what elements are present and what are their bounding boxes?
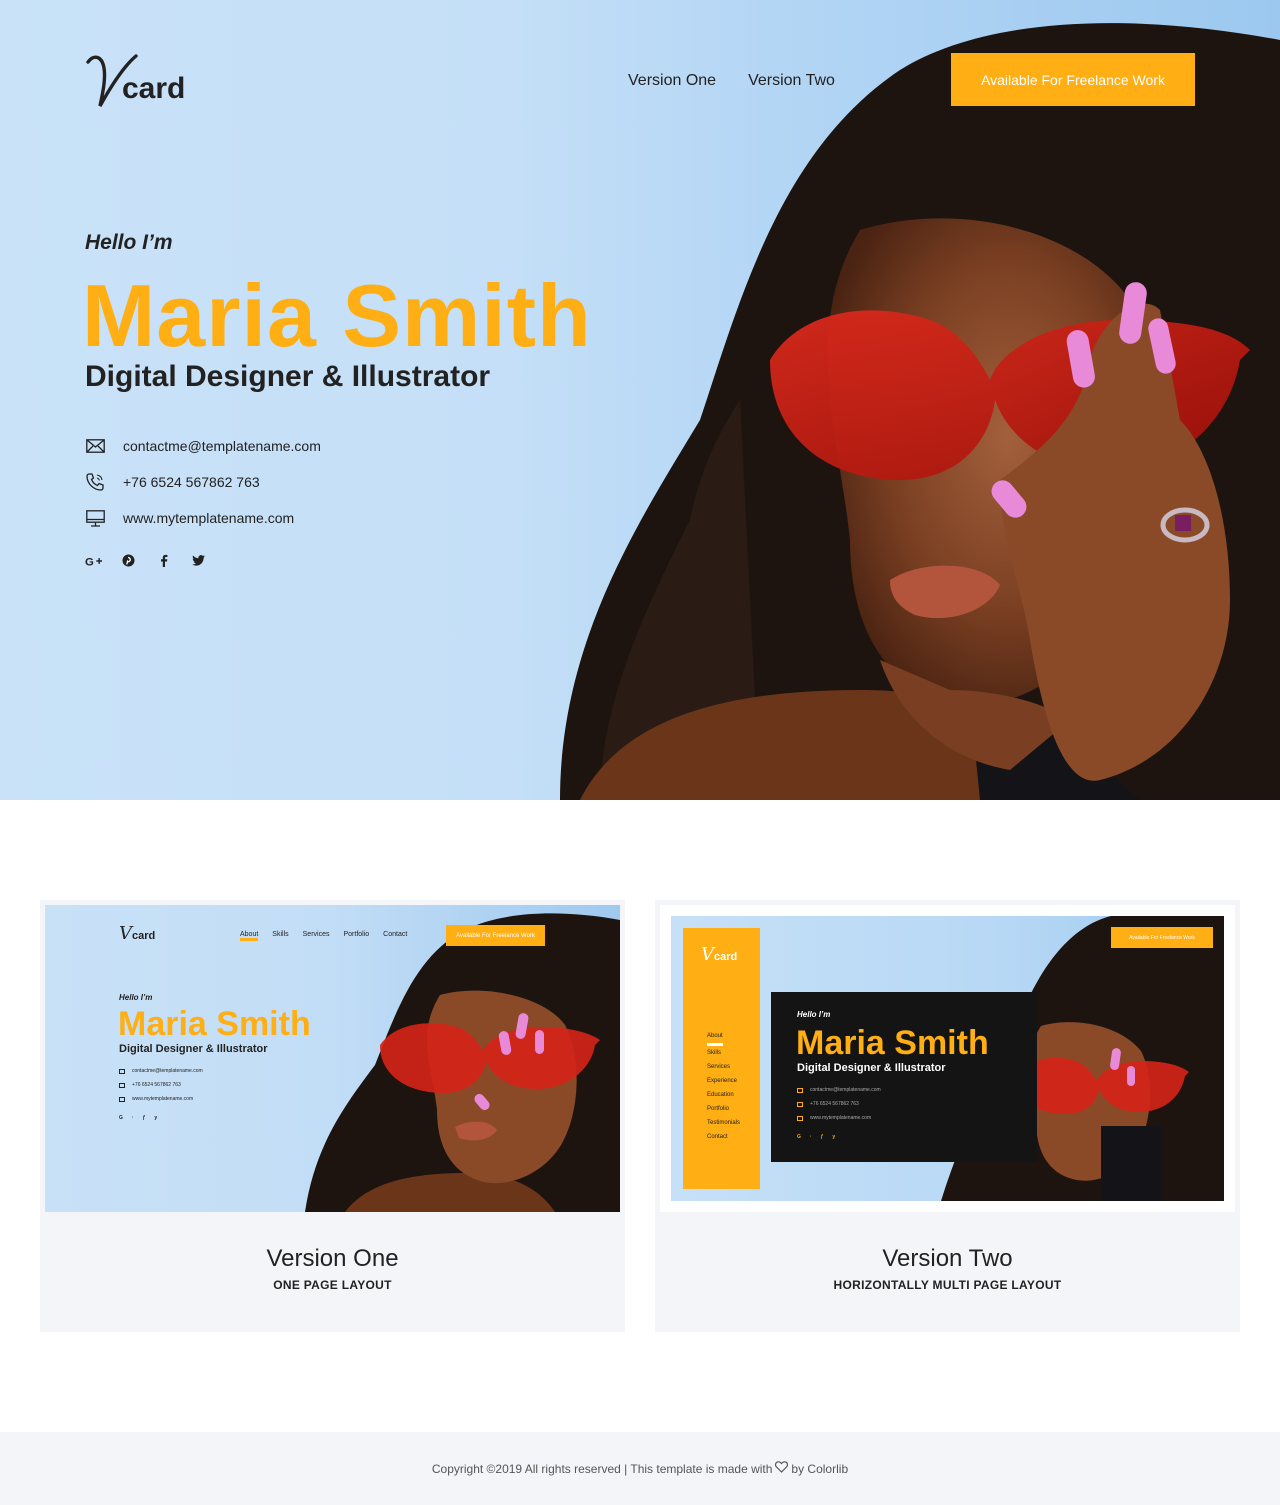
- preview-sidebar: Vcard About Skills Services Experience E…: [683, 928, 760, 1189]
- preview-role: Digital Designer & Illustrator: [797, 1062, 946, 1074]
- preview-nav-about: About: [240, 931, 259, 941]
- hero-role: Digital Designer & Illustrator: [85, 360, 491, 393]
- nav-link-version-one[interactable]: Version One: [612, 70, 733, 92]
- preview-menu-contact: Contact: [707, 1134, 728, 1140]
- contact-phone: +76 6524 567862 763: [85, 464, 321, 500]
- footer-copyright: Copyright ©2019 All rights reserved | Th…: [431, 1461, 773, 1476]
- footer-colorlib-link[interactable]: by Colorlib: [791, 1462, 848, 1476]
- contact-list: contactme@templatename.com +76 6524 5678…: [85, 428, 321, 536]
- preview-phone: +76 6524 567862 763: [797, 1101, 859, 1107]
- social-links: G: [85, 552, 207, 569]
- version-one-subtitle: ONE PAGE LAYOUT: [273, 1278, 392, 1292]
- preview-name: Maria Smith: [118, 1005, 311, 1043]
- envelope-icon: [85, 436, 105, 456]
- freelance-cta-button[interactable]: Available For Freelance Work: [951, 53, 1195, 106]
- version-one-card[interactable]: Vcard About Skills Services Portfolio Co…: [40, 900, 625, 1332]
- version-two-card[interactable]: Vcard About Skills Services Experience E…: [655, 900, 1240, 1332]
- hero-portrait-image: [560, 23, 1280, 800]
- phone-icon: [85, 472, 105, 492]
- version-two-subtitle: HORIZONTALLY MULTI PAGE LAYOUT: [833, 1278, 1062, 1292]
- version-two-title[interactable]: Version Two: [655, 1245, 1240, 1273]
- preview-menu-experience: Experience: [707, 1078, 738, 1084]
- vcard-logo[interactable]: card: [84, 48, 196, 110]
- preview-menu-about: About: [707, 1029, 723, 1046]
- contact-website: www.mytemplatename.com: [85, 500, 321, 536]
- preview-greeting: Hello I’m: [797, 1010, 831, 1019]
- svg-text:G: G: [85, 556, 94, 566]
- version-one-title[interactable]: Version One: [40, 1245, 625, 1273]
- hero-greeting: Hello I’m: [85, 231, 173, 254]
- preview-nav: About Skills Services Portfolio Contact: [240, 931, 421, 941]
- preview-socials: G·ƒy: [797, 1134, 845, 1140]
- preview-intro-panel: Hello I’m Maria Smith Digital Designer &…: [771, 992, 1037, 1162]
- preview-nav-portfolio: Portfolio: [343, 931, 370, 938]
- twitter-icon[interactable]: [190, 552, 207, 569]
- version-two-preview[interactable]: Vcard About Skills Services Experience E…: [660, 905, 1235, 1212]
- preview-nav-services: Services: [302, 931, 330, 938]
- hero-section: card Version One Version Two Available F…: [0, 0, 1280, 800]
- preview-greeting: Hello I’m: [119, 993, 153, 1002]
- contact-website-text[interactable]: www.mytemplatename.com: [123, 510, 294, 526]
- facebook-icon[interactable]: [155, 552, 172, 569]
- nav-link-version-two[interactable]: Version Two: [732, 70, 851, 92]
- contact-email: contactme@templatename.com: [85, 428, 321, 464]
- preview-menu-services: Services: [707, 1064, 731, 1070]
- preview-email: contactme@templatename.com: [797, 1087, 881, 1093]
- preview-menu-education: Education: [707, 1092, 734, 1098]
- contact-email-text[interactable]: contactme@templatename.com: [123, 438, 321, 454]
- vcard-logo-mark: card: [86, 54, 185, 107]
- preview-website: www.mytemplatename.com: [797, 1115, 871, 1121]
- site-footer: Copyright ©2019 All rights reserved | Th…: [0, 1432, 1280, 1505]
- preview-nav-skills: Skills: [272, 931, 289, 938]
- preview-socials: G·ƒy: [119, 1115, 167, 1121]
- google-plus-icon[interactable]: G: [85, 552, 102, 569]
- preview-portrait-image: [305, 913, 620, 1212]
- svg-text:card: card: [122, 72, 185, 105]
- monitor-icon: [85, 508, 105, 528]
- pinterest-icon[interactable]: [120, 552, 137, 569]
- preview-logo: Vcard: [119, 923, 156, 944]
- preview-cta: Available For Freelance Work: [446, 925, 545, 946]
- preview-canvas: Vcard About Skills Services Experience E…: [671, 916, 1224, 1201]
- preview-menu-portfolio: Portfolio: [707, 1106, 730, 1112]
- preview-website: www.mytemplatename.com: [119, 1096, 193, 1102]
- preview-role: Digital Designer & Illustrator: [119, 1043, 268, 1055]
- main-nav: Version One Version Two: [612, 70, 851, 92]
- preview-phone: +76 6524 567862 763: [119, 1082, 181, 1088]
- preview-cta: Available For Freelance Work: [1111, 927, 1213, 948]
- preview-menu-testimonials: Testimonials: [707, 1120, 741, 1126]
- version-one-preview[interactable]: Vcard About Skills Services Portfolio Co…: [45, 905, 620, 1212]
- preview-email: contactme@templatename.com: [119, 1068, 203, 1074]
- preview-name: Maria Smith: [796, 1024, 989, 1062]
- preview-nav-contact: Contact: [383, 931, 408, 938]
- hero-name: Maria Smith: [82, 266, 592, 365]
- contact-phone-text[interactable]: +76 6524 567862 763: [123, 474, 260, 490]
- heart-icon: [775, 1461, 789, 1476]
- preview-menu-skills: Skills: [707, 1050, 722, 1056]
- preview-logo: Vcard: [701, 944, 738, 965]
